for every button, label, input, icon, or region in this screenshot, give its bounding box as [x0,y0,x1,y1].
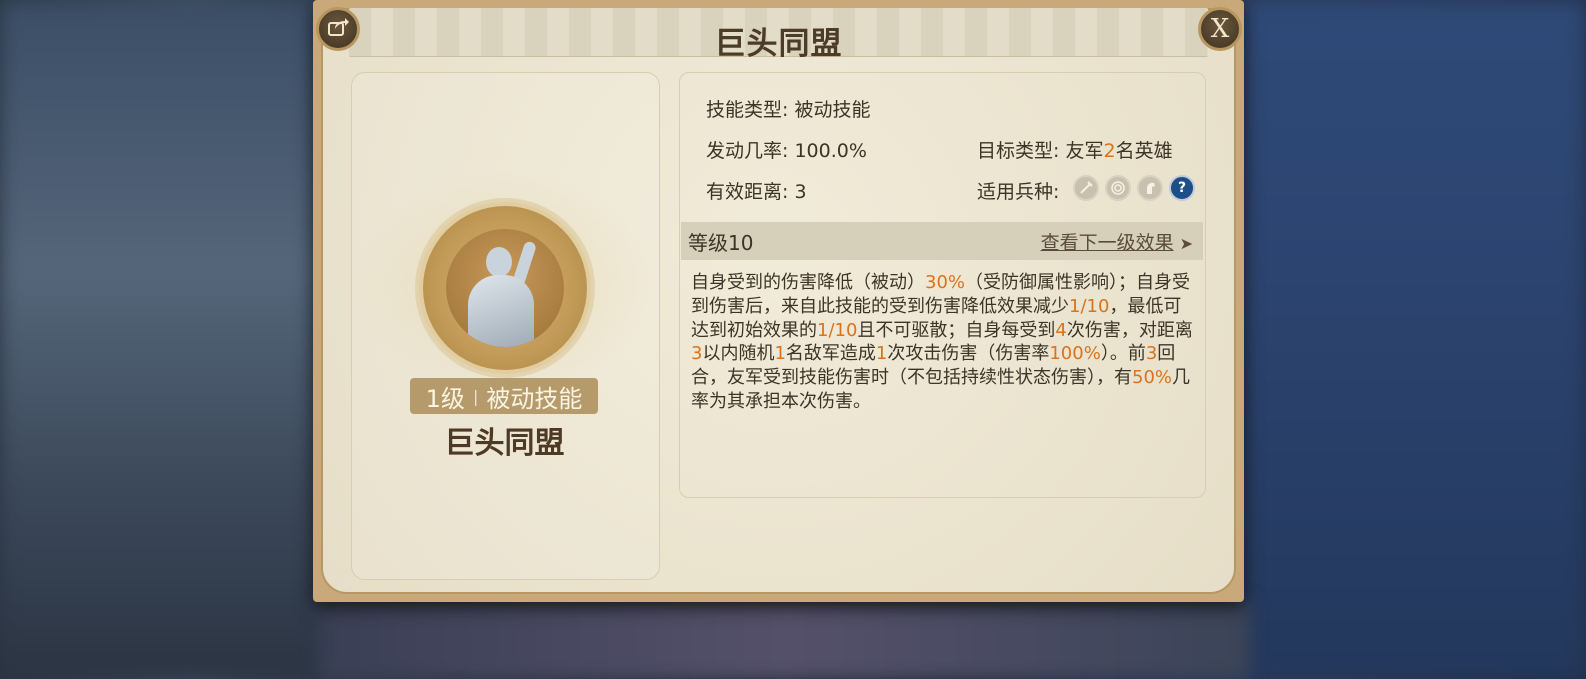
description-text: 自身受到的伤害降低（被动） [691,272,925,293]
cavalry-horse-icon[interactable] [1137,175,1163,201]
description-highlight: 3 [1145,343,1158,365]
next-level-link-wrap[interactable]: 查看下一级效果 ➤ [1041,228,1193,255]
skill-name: 巨头同盟 [444,426,565,461]
description-highlight: 1/10 [1069,295,1110,317]
skill-type-label: 技能类型: [706,99,789,121]
trigger-rate-row: 发动几率: 100.0% [706,136,867,163]
skill-type-value: 被动技能 [794,99,871,121]
unknown-question-icon[interactable]: ? [1169,175,1195,201]
title-bar: 巨头同盟 [349,8,1208,62]
target-type-row: 目标类型: 友军2名英雄 [977,136,1173,163]
trigger-rate-label: 发动几率: [706,140,789,162]
target-type-value-pre: 友军 [1065,140,1104,162]
skill-type-badge: 被动技能 [486,384,583,413]
description-highlight: 1/10 [817,319,858,341]
description-text: ）。前 [1100,343,1146,365]
skill-description: 自身受到的伤害降低（被动）30%（受防御属性影响）；自身受到伤害后，来自此技能的… [691,271,1196,414]
dialog-title: 巨头同盟 [714,26,843,62]
view-next-level-link[interactable]: 查看下一级效果 [1041,232,1174,254]
background-left-panel [0,0,320,679]
description-highlight: 3 [691,343,703,365]
skill-level-label: 等级10 [688,230,754,255]
share-icon [327,15,349,43]
description-text: 且不可驱散；自身每受到 [857,319,1056,341]
background-right-panel [1241,0,1586,679]
skill-type-row: 技能类型: 被动技能 [706,95,870,122]
description-highlight: 4 [1055,319,1067,341]
share-button[interactable] [316,7,360,51]
target-type-label: 目标类型: [977,140,1060,162]
archer-target-icon[interactable] [1105,175,1131,201]
description-text: 名敌军造成 [785,343,876,365]
level-bar: 等级10 查看下一级效果 ➤ [681,222,1203,260]
description-highlight: 100% [1049,343,1101,365]
description-highlight: 1 [774,343,786,365]
trigger-rate-value: 100.0% [794,140,867,162]
skill-level-badge: 1级 | 被动技能 [410,378,598,414]
range-value: 3 [794,181,807,203]
description-text: 次攻击伤害（伤害率 [887,343,1050,365]
infantry-sword-icon[interactable] [1073,175,1099,201]
background-bottom-strip [320,600,1250,679]
troop-type-row: 适用兵种: [977,177,1059,204]
close-button[interactable]: X [1198,7,1242,51]
range-row: 有效距离: 3 [706,177,807,204]
troop-type-icons: ? [1073,175,1195,201]
skill-level: 1级 [425,384,465,413]
close-icon: X [1210,14,1230,44]
description-text: 以内随机 [702,343,775,365]
badge-separator: | [472,386,479,406]
target-type-count: 2 [1103,140,1116,162]
description-highlight: 50% [1132,367,1173,389]
skill-portrait-icon [446,229,564,347]
target-type-value-post: 名英雄 [1115,140,1173,162]
description-highlight: 30% [925,272,966,293]
range-label: 有效距离: [706,181,789,203]
description-highlight: 1 [875,343,888,365]
chevron-right-icon: ➤ [1179,233,1193,253]
description-text: 次伤害，对距离 [1066,319,1193,341]
troop-type-label: 适用兵种: [977,181,1060,203]
